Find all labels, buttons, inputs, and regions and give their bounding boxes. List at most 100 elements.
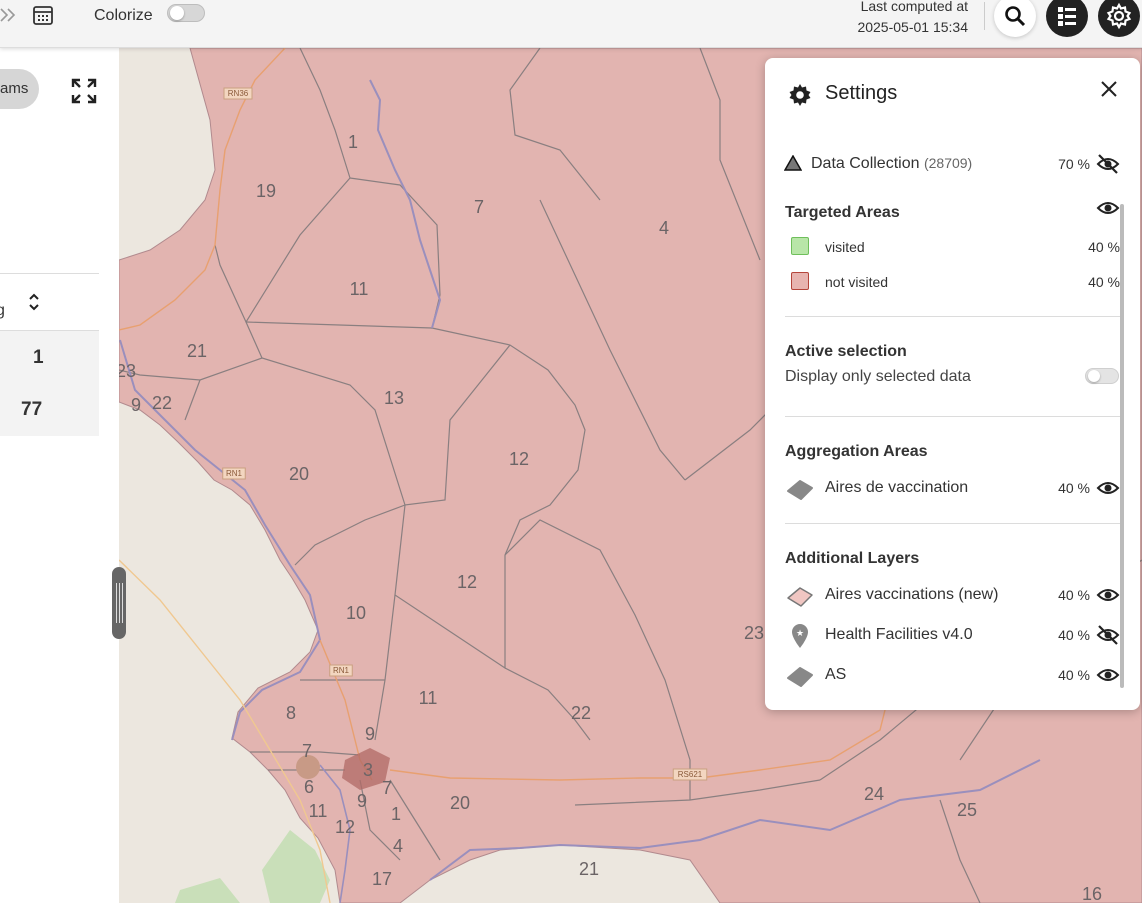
settings-scrollbar[interactable]: [1120, 204, 1124, 688]
area-label: 11: [419, 688, 438, 708]
road-label: RN36: [228, 89, 249, 98]
area-label: 1: [391, 804, 401, 824]
area-label: 1: [348, 132, 358, 152]
area-label: 21: [187, 341, 207, 361]
table-cell: 77: [21, 399, 43, 420]
legend-item-visited: visited 40 %: [765, 235, 1140, 259]
area-label: 11: [309, 801, 328, 821]
area-label: 4: [659, 218, 669, 238]
area-label: 8: [286, 703, 296, 723]
settings-panel: Settings Data Collection (28709) 70 % Ta…: [765, 58, 1140, 710]
section-divider: [785, 416, 1120, 417]
area-label: 4: [393, 836, 403, 856]
expand-icon[interactable]: [71, 78, 97, 104]
data-collection-row: Data Collection (28709) 70 %: [765, 150, 1140, 178]
active-selection-description: Display only selected data: [785, 368, 971, 385]
settings-button[interactable]: [1098, 0, 1140, 37]
eye-icon[interactable]: [1096, 477, 1120, 499]
table-body: 1 77: [0, 331, 99, 436]
area-label: 23: [119, 361, 136, 381]
area-label: 7: [302, 741, 312, 761]
colorize-label: Colorize: [94, 7, 153, 24]
targeted-areas-title: Targeted Areas: [785, 204, 900, 221]
data-collection-count: (28709): [923, 155, 973, 171]
layer-label: Health Facilities v4.0: [825, 626, 973, 643]
area-label: 9: [365, 724, 375, 744]
toolbar-divider: [984, 2, 985, 30]
area-label: 16: [1082, 884, 1102, 903]
map-marker-icon: ★: [792, 624, 808, 648]
data-collection-label: Data Collection (28709): [811, 155, 972, 173]
eye-icon[interactable]: [1096, 197, 1120, 219]
eye-off-icon[interactable]: [1096, 153, 1120, 175]
layer-row-as: AS 40 %: [765, 661, 1140, 689]
layer-label: AS: [825, 666, 847, 683]
active-selection-toggle[interactable]: [1085, 368, 1119, 384]
section-divider: [785, 523, 1120, 524]
area-label: 25: [957, 800, 977, 820]
eye-icon[interactable]: [1096, 664, 1120, 686]
layer-row-health-facilities: ★ Health Facilities v4.0 40 %: [765, 621, 1140, 649]
data-collection-name: Data Collection: [811, 155, 920, 172]
layer-label: Aires de vaccination: [825, 479, 969, 496]
polygon-icon: [787, 587, 813, 607]
eye-icon[interactable]: [1096, 584, 1120, 606]
area-label: 19: [256, 181, 276, 201]
opacity-value[interactable]: 40 %: [1058, 627, 1090, 643]
opacity-value[interactable]: 40 %: [1088, 239, 1120, 255]
area-label: 11: [350, 279, 369, 299]
area-label: 21: [579, 859, 599, 879]
calendar-icon[interactable]: [32, 4, 54, 26]
triangle-icon: [784, 155, 802, 171]
opacity-value[interactable]: 40 %: [1088, 274, 1120, 290]
top-bar: Colorize Last computed at 2025-05-01 15:…: [0, 0, 1142, 48]
last-computed-value: 2025-05-01 15:34: [857, 19, 968, 35]
area-label: 23: [744, 623, 764, 643]
legend-label: visited: [825, 239, 865, 255]
legend-swatch: [791, 237, 809, 255]
section-divider: [785, 316, 1120, 317]
opacity-value[interactable]: 40 %: [1058, 480, 1090, 496]
table-header-top-border: [0, 273, 99, 274]
layer-row-aires-de-vaccination: Aires de vaccination 40 %: [765, 474, 1140, 502]
last-computed-label: Last computed at: [860, 0, 968, 14]
area-label: 20: [450, 793, 470, 813]
area-label: 22: [571, 703, 591, 723]
area-label: 22: [152, 393, 172, 413]
sort-icon[interactable]: [28, 292, 40, 312]
area-label: 10: [346, 603, 366, 623]
settings-title: Settings: [825, 82, 898, 104]
search-button[interactable]: [994, 0, 1036, 37]
legend-label: not visited: [825, 274, 889, 290]
legend-item-not-visited: not visited 40 %: [765, 270, 1140, 294]
gear-icon: [789, 84, 811, 106]
road-label: RN1: [333, 666, 350, 675]
opacity-value[interactable]: 40 %: [1058, 587, 1090, 603]
table-cell: 1: [33, 347, 44, 368]
eye-off-icon[interactable]: [1096, 624, 1120, 646]
area-label: 9: [357, 791, 367, 811]
filter-pill[interactable]: ams: [0, 69, 39, 109]
opacity-value[interactable]: 70 %: [1058, 156, 1090, 172]
area-label: 12: [335, 817, 355, 837]
road-label: RS621: [678, 770, 703, 779]
legend-swatch: [791, 272, 809, 290]
last-computed: Last computed at 2025-05-01 15:34: [857, 0, 968, 38]
colorize-toggle[interactable]: [167, 4, 205, 22]
layer-row-aires-vaccinations-new: Aires vaccinations (new) 40 %: [765, 581, 1140, 609]
polygon-icon: [787, 667, 813, 687]
close-icon[interactable]: [1099, 79, 1119, 99]
area-label: 13: [384, 388, 404, 408]
layers-list-button[interactable]: [1046, 0, 1088, 37]
left-panel: ams g 1 77: [0, 48, 119, 903]
area-label: 7: [474, 197, 484, 217]
active-selection-title: Active selection: [785, 343, 907, 360]
chevron-double-right-icon[interactable]: [0, 6, 16, 24]
area-label: 7: [382, 778, 392, 798]
layer-label: Aires vaccinations (new): [825, 586, 999, 603]
panel-resize-handle[interactable]: [112, 567, 126, 639]
area-label: 12: [457, 572, 477, 592]
area-label: 3: [363, 760, 373, 780]
opacity-value[interactable]: 40 %: [1058, 667, 1090, 683]
road-label: RN1: [226, 469, 243, 478]
